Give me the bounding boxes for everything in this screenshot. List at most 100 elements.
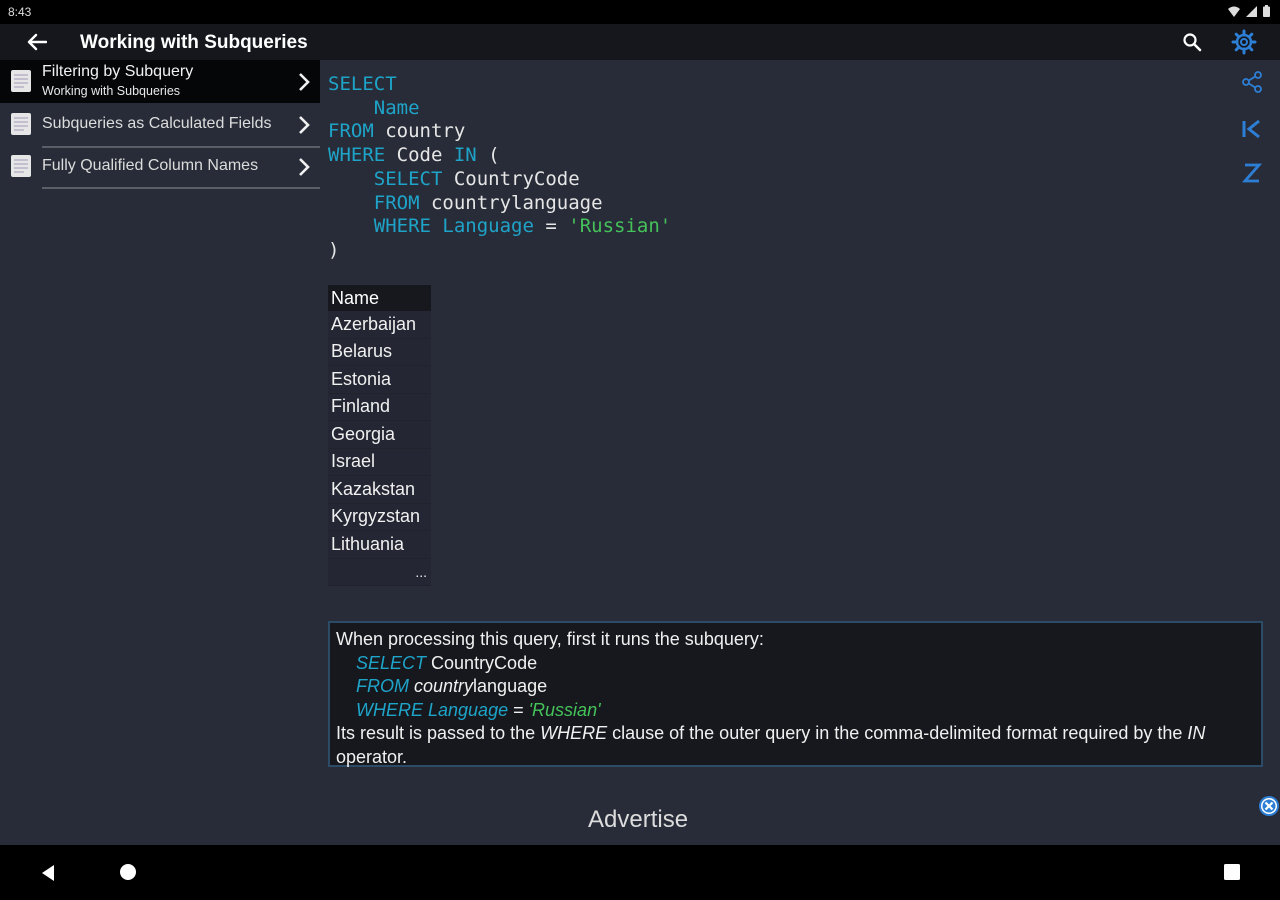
settings-button[interactable] — [1228, 28, 1260, 56]
explanation-code-line: WHERE Language = 'Russian' — [336, 699, 1255, 723]
search-button[interactable] — [1178, 29, 1206, 55]
battery-icon — [1263, 4, 1270, 22]
table-cell: Lithuania — [328, 530, 431, 559]
sort-z-icon — [1242, 163, 1262, 183]
sql-code-block: SELECT Name FROM country WHERE Code IN (… — [328, 73, 671, 263]
signal-icon — [1246, 4, 1257, 22]
sql-keyword: FROM — [328, 120, 374, 143]
table-row: Estonia — [328, 365, 431, 394]
table-row: Kyrgyzstan — [328, 503, 431, 531]
status-time: 8:43 — [8, 5, 32, 19]
explanation-text: country — [409, 676, 474, 697]
nav-home-icon[interactable] — [119, 863, 137, 881]
chevron-right-icon — [299, 116, 310, 134]
share-button[interactable] — [1236, 67, 1268, 97]
explanation-text: Its result is passed to the — [336, 723, 541, 744]
share-icon — [1242, 71, 1262, 93]
explanation-text: operator. — [336, 746, 408, 767]
sidebar-item-sublabel: Working with Subqueries — [42, 84, 181, 98]
sql-token: = — [533, 215, 569, 238]
chevron-right-icon — [299, 158, 310, 176]
sql-keyword: WHERE Language — [356, 699, 509, 720]
sidebar-item-filtering-by-subquery[interactable]: Filtering by Subquery Working with Subqu… — [0, 60, 320, 103]
document-icon — [11, 70, 31, 92]
sql-keyword: SELECT — [356, 652, 427, 673]
advertise-label: Advertise — [588, 806, 689, 833]
sidebar-item-label: Filtering by Subquery — [42, 63, 194, 80]
sql-keyword: WHERE Language — [373, 215, 534, 238]
sql-token: Code — [385, 144, 454, 167]
sidebar: Filtering by Subquery Working with Subqu… — [0, 60, 322, 845]
nav-back-icon[interactable] — [38, 863, 58, 883]
table-row: Belarus — [328, 338, 431, 366]
document-icon — [11, 113, 31, 135]
gear-icon — [1231, 29, 1257, 55]
sql-column: Name — [373, 96, 420, 119]
table-cell: Kazakstan — [328, 475, 431, 504]
divider — [42, 187, 320, 189]
close-ad-icon[interactable] — [1258, 795, 1280, 817]
sql-token: CountryCode — [442, 167, 580, 190]
table-row: Georgia — [328, 420, 431, 449]
sql-string: 'Russian' — [568, 215, 672, 238]
sql-keyword: SELECT — [328, 73, 397, 95]
table-cell: Estonia — [328, 365, 431, 394]
explanation-code-line: FROM countrylanguage — [336, 675, 1255, 699]
explanation-text: When processing this query, first it run… — [336, 629, 764, 649]
sql-token: countrylanguage — [419, 191, 603, 214]
status-bar: 8:43 — [0, 0, 1280, 24]
system-nav-bar — [0, 845, 1280, 900]
search-icon — [1183, 33, 1202, 52]
more-rows-indicator: ... — [328, 558, 431, 586]
results-table: Name Azerbaijan Belarus Estonia Finland … — [328, 285, 431, 586]
table-cell: Georgia — [328, 420, 431, 449]
explanation-text: clause of the outer query in the comma-d… — [607, 723, 1188, 744]
sort-button[interactable] — [1236, 158, 1268, 188]
explanation-keyword: IN — [1187, 723, 1206, 744]
status-icons — [1228, 4, 1270, 22]
explanation-keyword: WHERE — [540, 723, 608, 744]
wifi-icon — [1228, 4, 1240, 22]
table-row: Israel — [328, 448, 431, 476]
table-cell: Israel — [328, 448, 431, 476]
sidebar-item-fully-qualified-column-names[interactable]: Fully Qualified Column Names — [0, 148, 320, 189]
table-row: Lithuania — [328, 530, 431, 559]
sql-keyword: FROM — [356, 676, 409, 697]
sql-keyword: SELECT — [373, 167, 443, 190]
sidebar-item-label: Fully Qualified Column Names — [42, 157, 259, 174]
table-row: Kazakstan — [328, 475, 431, 504]
sql-keyword: WHERE — [328, 144, 386, 167]
table-cell: Kyrgyzstan — [328, 503, 431, 531]
explanation-line: When processing this query, first it run… — [336, 628, 1255, 652]
table-cell: Finland — [328, 393, 431, 421]
arrow-left-icon — [27, 33, 47, 51]
sql-token: ) — [328, 238, 340, 261]
explanation-line: Its result is passed to the WHERE clause… — [336, 722, 1255, 769]
page-title: Working with Subqueries — [80, 32, 308, 53]
skip-to-start-icon — [1242, 119, 1260, 139]
app-bar: Working with Subqueries — [0, 24, 1280, 60]
explanation-box: When processing this query, first it run… — [328, 621, 1263, 767]
chevron-right-icon — [299, 73, 310, 91]
sql-token: ( — [476, 144, 500, 167]
sql-string: 'Russian' — [528, 699, 601, 720]
sql-token: country — [373, 120, 466, 143]
explanation-text: language — [473, 676, 548, 697]
sidebar-item-subqueries-as-calculated-fields[interactable]: Subqueries as Calculated Fields — [0, 104, 320, 148]
sql-keyword: FROM — [373, 191, 420, 214]
nav-recents-icon[interactable] — [1223, 863, 1241, 881]
explanation-text: CountryCode — [426, 652, 538, 673]
table-row-more: ... — [328, 558, 431, 586]
table-cell: Azerbaijan — [328, 311, 431, 339]
sidebar-item-label: Subqueries as Calculated Fields — [42, 115, 272, 132]
table-row: Azerbaijan — [328, 311, 431, 339]
back-button[interactable] — [22, 28, 52, 56]
explanation-code-line: SELECT CountryCode — [336, 652, 1255, 676]
explanation-text: = — [508, 699, 529, 720]
column-header: Name — [328, 285, 431, 311]
table-header-row: Name — [328, 285, 431, 311]
table-cell: Belarus — [328, 338, 431, 366]
table-row: Finland — [328, 393, 431, 421]
document-icon — [11, 155, 31, 177]
first-page-button[interactable] — [1236, 114, 1268, 144]
